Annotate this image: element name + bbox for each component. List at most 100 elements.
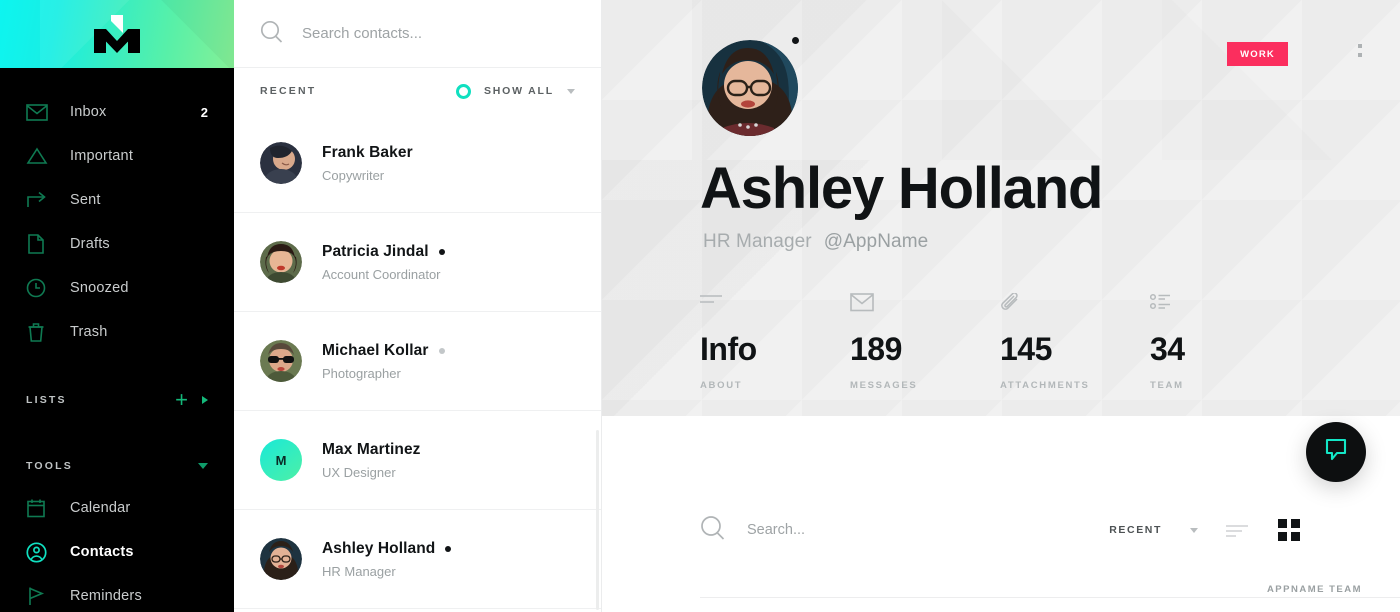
caret-down-icon[interactable]	[1190, 527, 1198, 533]
paperclip-icon	[1000, 292, 1150, 317]
contact-name: Michael Kollar	[322, 341, 429, 359]
recent-label: RECENT	[260, 85, 317, 97]
contact-name: Max Martinez	[322, 440, 421, 458]
trash-icon	[26, 321, 52, 343]
profile-handle: @AppName	[823, 231, 929, 252]
chat-bubble-icon	[1323, 437, 1349, 468]
stat-label: MESSAGES	[850, 380, 918, 391]
profile-subtitle: HR Manager @AppName	[703, 231, 928, 253]
avatar	[260, 340, 302, 382]
stat-value: Info	[700, 331, 757, 367]
kebab-menu-icon[interactable]	[1358, 44, 1362, 57]
stat-label: ABOUT	[700, 380, 743, 391]
tools-section-header: TOOLS	[0, 446, 234, 486]
bottom-toolbar-actions: RECENT	[1109, 519, 1300, 541]
sidebar-item-sent[interactable]: Sent	[0, 178, 234, 222]
sidebar-item-reminders[interactable]: Reminders	[0, 574, 234, 612]
avatar	[260, 142, 302, 184]
page-title: Ashley Holland	[700, 156, 1103, 221]
status-badge[interactable]: WORK	[1227, 42, 1288, 66]
stat-team[interactable]: 34 TEAM	[1149, 293, 1300, 391]
search-icon	[260, 20, 286, 48]
list-item[interactable]: Ashley Holland HR Manager	[234, 510, 601, 609]
sidebar-item-trash[interactable]: Trash	[0, 310, 234, 354]
sidebar-item-calendar[interactable]: Calendar	[0, 486, 234, 530]
list-item[interactable]: M Max Martinez UX Designer	[234, 411, 601, 510]
sidebar-item-inbox[interactable]: Inbox 2	[0, 90, 234, 134]
envelope-icon	[850, 293, 1000, 317]
avatar: M	[260, 439, 302, 481]
triangle-icon	[26, 145, 52, 167]
contact-role: Copywriter	[322, 167, 385, 183]
sidebar-item-important[interactable]: Important	[0, 134, 234, 178]
list-item[interactable]: Michael Kollar Photographer	[234, 312, 601, 411]
list-item[interactable]: Patricia Jindal Account Coordinator	[234, 213, 601, 312]
stat-label: TEAM	[1150, 380, 1184, 391]
search-icon	[700, 515, 725, 545]
sidebar-item-label: Drafts	[70, 236, 110, 252]
sidebar-item-drafts[interactable]: Drafts	[0, 222, 234, 266]
avatar-initial: M	[275, 452, 287, 468]
contact-role: UX Designer	[322, 464, 396, 480]
status-dot	[438, 248, 445, 255]
contact-role: HR Manager	[322, 563, 396, 579]
sidebar-nav: Inbox 2 Important Sent Drafts Snoozed Tr…	[0, 68, 234, 612]
contact-list-header: RECENT SHOW ALL	[234, 68, 601, 114]
contact-role: Photographer	[322, 365, 401, 381]
sidebar-item-label: Contacts	[70, 544, 134, 560]
envelope-icon	[26, 101, 52, 123]
profile-role: HR Manager	[703, 231, 812, 252]
stat-attachments[interactable]: 145 ATTACHMENTS	[1000, 292, 1150, 391]
sidebar-item-label: Trash	[70, 324, 108, 340]
list-item[interactable]: Frank Baker Copywriter	[234, 114, 601, 213]
sidebar-item-label: Reminders	[70, 588, 142, 604]
stat-value: 189	[850, 331, 902, 367]
chat-fab-button[interactable]	[1306, 422, 1366, 482]
sidebar-item-label: Sent	[70, 192, 101, 208]
sidebar: Inbox 2 Important Sent Drafts Snoozed Tr…	[0, 0, 234, 612]
m-logo	[94, 15, 140, 53]
bottom-search-input[interactable]	[747, 522, 1047, 538]
arrow-forward-icon	[26, 189, 52, 211]
flag-icon	[26, 585, 52, 607]
lists-section-title: LISTS	[26, 394, 67, 406]
caret-right-icon[interactable]	[202, 396, 208, 404]
sidebar-item-label: Important	[70, 148, 134, 164]
list-view-icon[interactable]	[1226, 523, 1250, 537]
show-all-filter[interactable]: SHOW ALL	[484, 85, 554, 97]
sidebar-item-contacts[interactable]: Contacts	[0, 530, 234, 574]
stat-messages[interactable]: 189 MESSAGES	[850, 293, 1000, 391]
lists-section-header: LISTS +	[0, 380, 234, 420]
caret-down-icon[interactable]	[567, 88, 575, 94]
calendar-icon	[26, 497, 52, 519]
caret-down-icon[interactable]	[198, 463, 208, 469]
contact-list-panel: RECENT SHOW ALL	[234, 0, 602, 612]
app-root: Inbox 2 Important Sent Drafts Snoozed Tr…	[0, 0, 1400, 612]
user-circle-icon	[26, 541, 52, 563]
profile-avatar[interactable]	[702, 40, 798, 136]
profile-stats: Info ABOUT 189 MESSAGES 145 ATTACHMENTS	[700, 292, 1300, 391]
stat-value: 34	[1150, 331, 1185, 367]
logo-bar[interactable]	[0, 0, 234, 68]
contact-name: Patricia Jindal	[322, 242, 429, 260]
sort-dropdown[interactable]: RECENT	[1109, 524, 1162, 536]
ring-icon[interactable]	[455, 83, 471, 99]
plus-icon[interactable]: +	[175, 389, 188, 411]
status-dot	[438, 347, 445, 354]
contact-role: Account Coordinator	[322, 266, 441, 282]
file-icon	[26, 233, 52, 255]
avatar	[260, 538, 302, 580]
avatar	[260, 241, 302, 283]
inbox-badge: 2	[200, 104, 208, 120]
scrollbar[interactable]	[596, 430, 599, 610]
footer-divider	[700, 597, 1400, 598]
sidebar-item-label: Snoozed	[70, 280, 129, 296]
contact-name: Ashley Holland	[322, 539, 436, 557]
stat-about[interactable]: Info ABOUT	[700, 293, 850, 391]
contact-name: Frank Baker	[322, 143, 413, 161]
status-dot	[445, 545, 452, 552]
sidebar-item-snoozed[interactable]: Snoozed	[0, 266, 234, 310]
grid-view-icon[interactable]	[1278, 519, 1300, 541]
search-input[interactable]	[302, 25, 575, 42]
sidebar-item-label: Inbox	[70, 104, 107, 120]
